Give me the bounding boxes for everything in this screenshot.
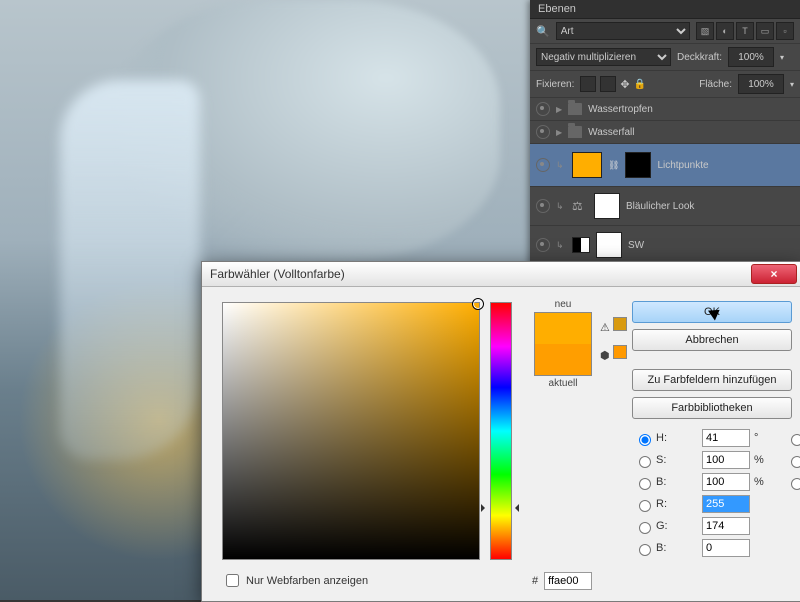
fill-input[interactable] bbox=[738, 74, 784, 94]
visibility-icon[interactable] bbox=[536, 158, 550, 172]
websafe-warning-icon[interactable]: ⬢ bbox=[600, 345, 627, 362]
current-color-swatch[interactable] bbox=[535, 344, 591, 375]
visibility-icon[interactable] bbox=[536, 238, 550, 252]
dialog-title: Farbwähler (Volltonfarbe) bbox=[206, 267, 751, 281]
color-swatch-compare bbox=[534, 312, 592, 376]
opacity-label: Deckkraft: bbox=[677, 52, 722, 63]
layers-list: ▶ Wassertropfen ▶ Wasserfall ↳ ⛓ Lichtpu… bbox=[530, 98, 800, 265]
layer-group-wassertropfen[interactable]: ▶ Wassertropfen bbox=[530, 98, 800, 121]
layer-lichtpunkte[interactable]: ↳ ⛓ Lichtpunkte bbox=[530, 144, 800, 187]
close-button[interactable]: × bbox=[751, 264, 797, 284]
bw-adjust-icon bbox=[572, 237, 590, 253]
fill-label: Fläche: bbox=[699, 79, 732, 90]
layer-sw[interactable]: ↳ SW bbox=[530, 226, 800, 265]
clip-icon: ↳ bbox=[556, 160, 566, 171]
saturation-cursor[interactable] bbox=[472, 298, 484, 310]
radio-s[interactable] bbox=[639, 456, 651, 468]
layers-panel: Ebenen 🔍 Art ▧ ◐ T ▭ ▫ Negativ multipliz… bbox=[530, 0, 800, 265]
layer-filter-select[interactable]: Art bbox=[556, 22, 690, 40]
blend-mode-select[interactable]: Negativ multiplizieren bbox=[536, 48, 671, 66]
lock-all-icon[interactable]: 🔒 bbox=[634, 79, 646, 90]
add-to-swatches-button[interactable]: Zu Farbfeldern hinzufügen bbox=[632, 369, 792, 391]
radio-g[interactable] bbox=[639, 522, 651, 534]
web-colors-check-input[interactable] bbox=[226, 574, 239, 587]
r-input[interactable] bbox=[702, 495, 750, 513]
new-color-swatch bbox=[535, 313, 591, 344]
visibility-icon[interactable] bbox=[536, 102, 550, 116]
color-picker-dialog: Farbwähler (Volltonfarbe) × neu aktuell … bbox=[201, 261, 800, 602]
lock-image-icon[interactable] bbox=[600, 76, 616, 92]
radio-b2[interactable] bbox=[639, 544, 651, 556]
current-label: aktuell bbox=[527, 378, 599, 389]
filter-shape-icon[interactable]: ▭ bbox=[756, 22, 774, 40]
filter-smart-icon[interactable]: ▫ bbox=[776, 22, 794, 40]
radio-b[interactable] bbox=[639, 478, 651, 490]
s-input[interactable] bbox=[702, 451, 750, 469]
b-input[interactable] bbox=[702, 473, 750, 491]
visibility-icon[interactable] bbox=[536, 125, 550, 139]
hex-input[interactable] bbox=[544, 572, 592, 590]
link-mask-icon[interactable]: ⛓ bbox=[608, 160, 619, 171]
filter-type-icon[interactable]: T bbox=[736, 22, 754, 40]
g-input[interactable] bbox=[702, 517, 750, 535]
b2-input[interactable] bbox=[702, 539, 750, 557]
radio-r[interactable] bbox=[639, 500, 651, 512]
hsb-rgb-fields: H:° S:% B:% R: G: B: bbox=[634, 429, 768, 557]
mask-thumb[interactable] bbox=[596, 232, 622, 258]
gamut-warning-icon[interactable]: ⚠ bbox=[600, 317, 627, 334]
lock-label: Fixieren: bbox=[536, 79, 574, 90]
radio-h[interactable] bbox=[639, 434, 651, 446]
filter-pixel-icon[interactable]: ▧ bbox=[696, 22, 714, 40]
artwork-waterfall bbox=[60, 80, 200, 460]
hex-prefix: # bbox=[532, 575, 538, 587]
ok-button[interactable]: OK bbox=[632, 301, 792, 323]
layer-group-wasserfall[interactable]: ▶ Wasserfall bbox=[530, 121, 800, 144]
visibility-icon[interactable] bbox=[536, 199, 550, 213]
h-input[interactable] bbox=[702, 429, 750, 447]
folder-icon bbox=[568, 103, 582, 115]
radio-l[interactable] bbox=[791, 434, 800, 446]
opacity-input[interactable] bbox=[728, 47, 774, 67]
color-balance-icon: ⚖ bbox=[572, 199, 588, 213]
hue-slider[interactable] bbox=[490, 302, 512, 560]
lock-position-icon[interactable]: ✥ bbox=[620, 78, 629, 91]
fill-chevron-icon[interactable]: ▾ bbox=[790, 80, 794, 89]
layer-blaulicher-look[interactable]: ↳ ⚖ Bläulicher Look bbox=[530, 187, 800, 226]
disclosure-icon[interactable]: ▶ bbox=[556, 105, 562, 114]
folder-icon bbox=[568, 126, 582, 138]
new-label: neu bbox=[527, 299, 599, 310]
filter-adjust-icon[interactable]: ◐ bbox=[716, 22, 734, 40]
radio-bb[interactable] bbox=[791, 478, 800, 490]
mask-thumb[interactable] bbox=[625, 152, 651, 178]
web-colors-checkbox[interactable]: Nur Webfarben anzeigen bbox=[222, 571, 368, 590]
dialog-titlebar[interactable]: Farbwähler (Volltonfarbe) × bbox=[202, 262, 800, 287]
mask-thumb[interactable] bbox=[594, 193, 620, 219]
layers-panel-title: Ebenen bbox=[530, 0, 800, 19]
saturation-field[interactable] bbox=[222, 302, 480, 560]
radio-a[interactable] bbox=[791, 456, 800, 468]
lock-transparent-icon[interactable] bbox=[580, 76, 596, 92]
cancel-button[interactable]: Abbrechen bbox=[632, 329, 792, 351]
lab-cmyk-fields: L: a: b: C:% M:% Y:% K:% bbox=[786, 429, 800, 579]
layer-thumb bbox=[572, 152, 602, 178]
disclosure-icon[interactable]: ▶ bbox=[556, 128, 562, 137]
clip-icon: ↳ bbox=[556, 240, 566, 251]
color-libraries-button[interactable]: Farbbibliotheken bbox=[632, 397, 792, 419]
clip-icon: ↳ bbox=[556, 201, 566, 212]
opacity-chevron-icon[interactable]: ▾ bbox=[780, 53, 784, 62]
search-icon: 🔍 bbox=[536, 25, 550, 38]
